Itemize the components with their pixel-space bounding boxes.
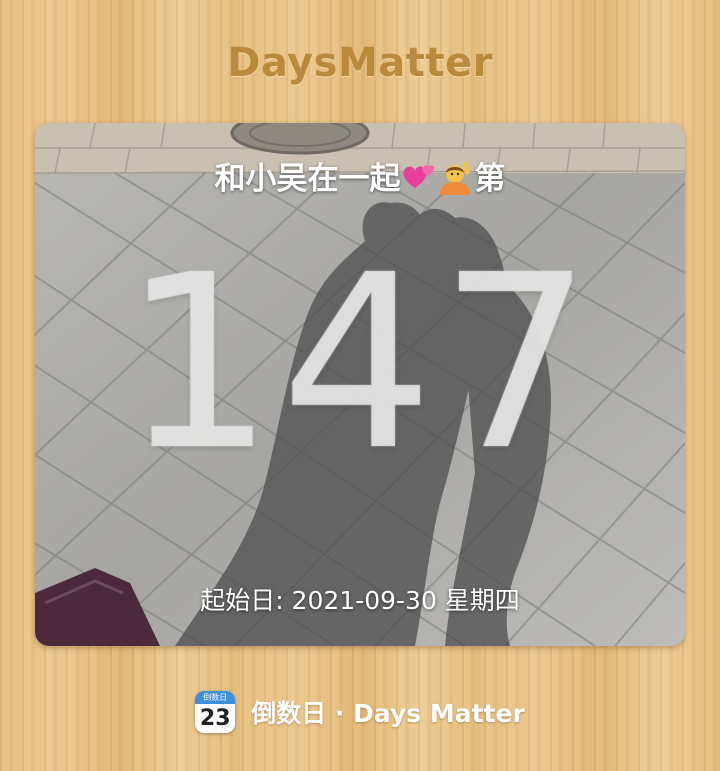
card-title: 和小吴在一起 第: [35, 153, 685, 203]
person-raising-hand-icon: [437, 159, 475, 203]
calendar-icon: 倒数日 23: [195, 691, 236, 733]
footer-label: 倒数日 · Days Matter: [251, 699, 525, 728]
calendar-icon-header: 倒数日: [195, 691, 236, 704]
day-card[interactable]: 和小吴在一起 第 147 起始日: 2021-09-30 星期四: [35, 123, 685, 646]
app-title: DaysMatter: [227, 40, 493, 86]
day-count: 147: [121, 223, 599, 503]
start-date-label: 起始日: 2021-09-30 星期四: [200, 586, 520, 615]
card-title-suffix: 第: [474, 161, 506, 197]
footer-branding: 倒数日 23 倒数日 · Days Matter: [0, 688, 720, 736]
two-hearts-icon: [401, 162, 437, 200]
calendar-icon-number: 23: [199, 706, 231, 731]
card-title-text: 和小吴在一起: [214, 161, 401, 197]
